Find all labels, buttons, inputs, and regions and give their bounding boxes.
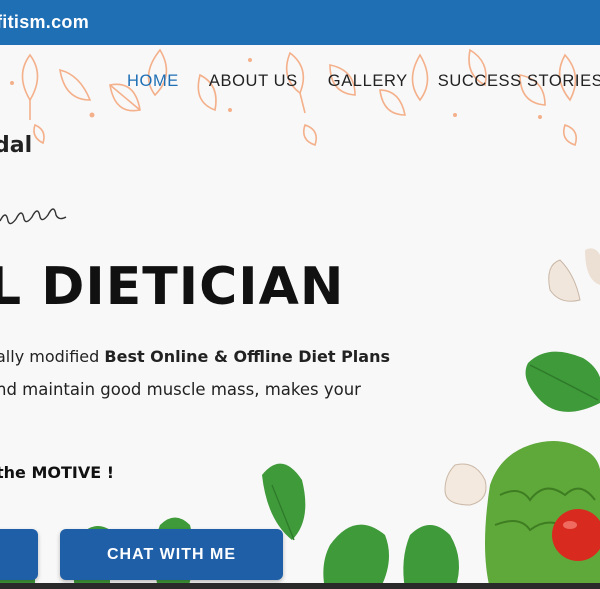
vegetables-decoration (0, 248, 600, 589)
site-brand[interactable]: fitism.com (0, 12, 89, 33)
top-bar: fitism.com (0, 0, 600, 45)
hero-section: HOME ABOUT US GALLERY SUCCESS STORIES da… (0, 45, 600, 589)
chat-with-me-button[interactable]: CHAT WITH ME (60, 529, 283, 580)
bottom-edge (0, 583, 600, 589)
primary-button[interactable] (0, 529, 38, 580)
